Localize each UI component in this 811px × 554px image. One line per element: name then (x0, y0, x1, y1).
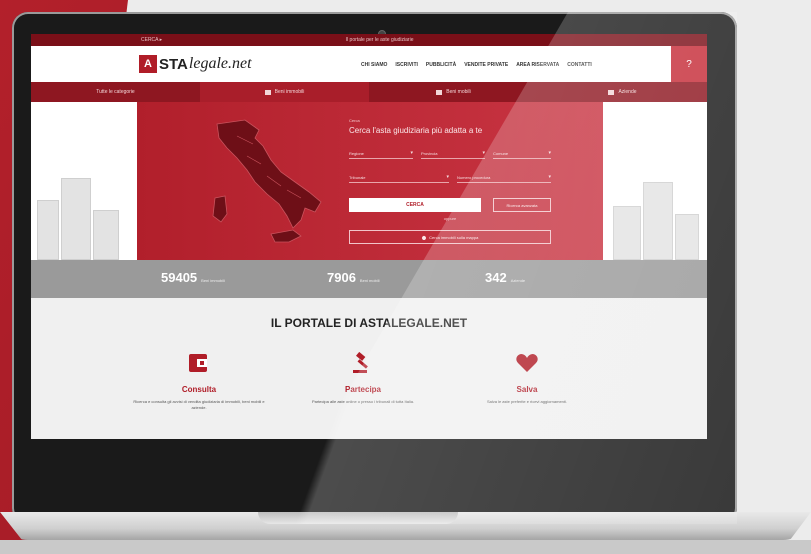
advanced-search-button[interactable]: Ricerca avanzata (493, 198, 551, 212)
nav-item-area-riservata[interactable]: AREA RISERVATA (516, 62, 559, 68)
tab-tutte-categorie[interactable]: Tutte le categorie (31, 82, 200, 102)
tab-label: Beni immobili (274, 89, 305, 95)
provincia-select[interactable]: Provincia (421, 150, 485, 159)
heart-icon (516, 354, 538, 372)
car-icon (436, 89, 443, 95)
stat-number: 59405 (161, 270, 198, 285)
help-button[interactable]: ? (671, 46, 707, 82)
laptop-bezel (31, 439, 707, 515)
feature-title: Partecipa (344, 385, 382, 394)
site-logo[interactable]: A STA legale.net (139, 53, 252, 75)
search-heading: Cerca Cerca l'asta giudiziaria più adatt… (349, 118, 482, 135)
laptop-notch (258, 512, 458, 524)
portal-section: IL PORTALE DI ASTALEGALE.NET Consulta Ri… (31, 298, 707, 439)
tab-label: Tutte le categorie (96, 89, 135, 95)
stat-aziende: 342 Aziende (485, 270, 525, 285)
comune-select[interactable]: Comune (493, 150, 551, 159)
tab-label: Aziende (618, 89, 637, 95)
main-nav: CHI SIAMO ISCRIVITI PUBBLICITÀ VENDITE P… (361, 62, 592, 68)
logo-asta-text: STA (159, 55, 188, 73)
procedura-input[interactable]: Numero procedura (457, 174, 551, 183)
tab-label: Beni mobili (446, 89, 471, 95)
map-search-button[interactable]: ⬤ Cerca immobili sulla mappa (349, 230, 551, 244)
search-pretitle: Cerca (349, 118, 360, 123)
feature-text: Partecipa alle aste online o presso i tr… (311, 399, 415, 404)
stat-mobili: 7906 Beni mobili (327, 270, 380, 285)
search-title: Cerca l'asta giudiziaria più adatta a te (349, 126, 483, 135)
italy-map[interactable] (197, 116, 327, 248)
tab-aziende[interactable]: Aziende (538, 82, 707, 102)
city-illustration-left (31, 172, 131, 260)
wallet-icon (189, 354, 207, 372)
logo-mark: A (139, 55, 157, 73)
search-button[interactable]: CERCA (349, 198, 481, 212)
top-bar-center: Il portale per le aste giudiziarie (345, 37, 414, 43)
stat-label: Aziende (510, 278, 526, 283)
tab-beni-immobili[interactable]: Beni immobili (200, 82, 369, 102)
portal-title: IL PORTALE DI ASTALEGALE.NET (270, 316, 468, 330)
or-separator: oppure (443, 216, 457, 221)
floor-shadow (0, 540, 811, 554)
stat-number: 342 (485, 270, 507, 285)
nav-item-vendite-private[interactable]: VENDITE PRIVATE (464, 62, 508, 68)
stat-number: 7906 (327, 270, 356, 285)
stat-label: Beni immobili (201, 278, 225, 283)
nav-item-contatti[interactable]: CONTATTI (567, 62, 592, 68)
feature-title: Consulta (181, 385, 217, 394)
stats-bar: 59405 Beni immobili 7906 Beni mobili 342… (31, 260, 707, 298)
factory-icon (608, 89, 615, 95)
nav-item-pubblicita[interactable]: PUBBLICITÀ (426, 62, 456, 68)
gavel-icon (353, 351, 368, 373)
nav-item-chi-siamo[interactable]: CHI SIAMO (361, 62, 387, 68)
top-bar-left[interactable]: CERCA ▸ (141, 37, 162, 43)
regione-select[interactable]: Regione (349, 150, 413, 159)
site-header: A STA legale.net CHI SIAMO ISCRIVITI PUB… (31, 46, 707, 82)
laptop-screen: CERCA ▸ Il portale per le aste giudiziar… (31, 34, 707, 439)
building-icon (264, 89, 271, 95)
hero-section: Cerca Cerca l'asta giudiziaria più adatt… (31, 102, 707, 260)
stat-immobili: 59405 Beni immobili (161, 270, 225, 285)
stat-label: Beni mobili (359, 278, 380, 283)
top-info-bar: CERCA ▸ Il portale per le aste giudiziar… (31, 34, 707, 46)
tribunale-select[interactable]: Tribunale (349, 174, 449, 183)
city-illustration-right (605, 172, 705, 260)
feature-title: Salva (516, 385, 538, 394)
feature-text: Ricerca e consulta gli avvisi di vendita… (133, 399, 265, 410)
feature-partecipa[interactable]: Partecipa Partecipa alle aste online o p… (293, 351, 433, 405)
nav-item-iscriviti[interactable]: ISCRIVITI (395, 62, 418, 68)
map-pin-icon: ⬤ (421, 234, 427, 240)
feature-consulta[interactable]: Consulta Ricerca e consulta gli avvisi d… (129, 352, 269, 411)
feature-text: Salva le aste preferite e ricevi aggiorn… (486, 399, 568, 404)
category-tabs: Tutte le categorie Beni immobili Beni mo… (31, 82, 707, 102)
feature-salva[interactable]: Salva Salva le aste preferite e ricevi a… (457, 352, 597, 405)
map-search-label: Cerca immobili sulla mappa (429, 234, 479, 240)
tab-beni-mobili[interactable]: Beni mobili (369, 82, 538, 102)
logo-legale-text: legale.net (188, 55, 252, 72)
